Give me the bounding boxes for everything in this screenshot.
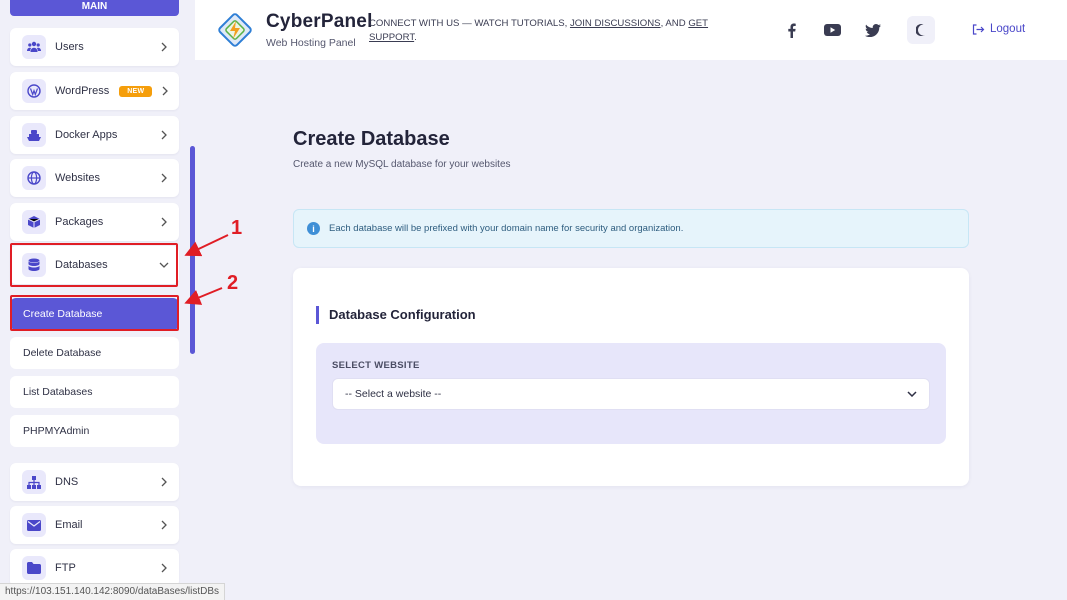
- sidebar-item-label: WordPress: [55, 85, 110, 97]
- sidebar-subitem-phpmyadmin[interactable]: PHPMYAdmin: [10, 415, 179, 447]
- chevron-right-icon: [159, 520, 169, 530]
- status-bar-url: https://103.151.140.142:8090/dataBases/l…: [0, 583, 226, 600]
- logout-button[interactable]: Logout: [972, 23, 1025, 35]
- select-website-label: SELECT WEBSITE: [332, 360, 420, 371]
- theme-toggle-button[interactable]: [907, 16, 935, 44]
- facebook-icon[interactable]: [782, 21, 800, 39]
- sidebar-item-label: Docker Apps: [55, 129, 118, 141]
- select-website-dropdown[interactable]: -- Select a website --: [332, 378, 930, 410]
- sidebar-item-packages[interactable]: Packages: [10, 203, 179, 241]
- logout-icon: [972, 23, 985, 35]
- annotation-box-2: [10, 295, 179, 331]
- tagline-text: .: [414, 32, 417, 43]
- annotation-box-1: [10, 243, 178, 287]
- select-value: -- Select a website --: [345, 388, 442, 400]
- sidebar-item-label: Email: [55, 519, 83, 531]
- subitem-label: List Databases: [23, 386, 93, 398]
- database-configuration-card: Database Configuration SELECT WEBSITE --…: [293, 268, 969, 486]
- users-icon: [22, 35, 46, 59]
- sidebar-item-ftp[interactable]: FTP: [10, 549, 179, 587]
- chevron-right-icon: [159, 217, 169, 227]
- info-alert: i Each database will be prefixed with yo…: [293, 209, 969, 248]
- chevron-right-icon: [159, 563, 169, 573]
- card-title: Database Configuration: [316, 306, 476, 324]
- folder-icon: [22, 556, 46, 580]
- cyberpanel-logo: [217, 12, 253, 48]
- chevron-right-icon: [159, 42, 169, 52]
- sidebar-item-docker-apps[interactable]: Docker Apps: [10, 116, 179, 154]
- sidebar-item-wordpress[interactable]: WordPress NEW: [10, 72, 179, 110]
- header: CyberPanel Web Hosting Panel CONNECT WIT…: [195, 0, 1067, 60]
- sidebar-item-dns[interactable]: DNS: [10, 463, 179, 501]
- sidebar-item-label: Packages: [55, 216, 104, 228]
- page-title: Create Database: [293, 128, 450, 150]
- info-text: Each database will be prefixed with your…: [329, 223, 684, 234]
- globe-icon: [22, 166, 46, 190]
- sidebar-item-label: Users: [55, 41, 84, 53]
- chevron-down-icon: [907, 391, 917, 397]
- header-tagline: CONNECT WITH US — WATCH TUTORIALS, JOIN …: [369, 17, 739, 45]
- annotation-number-1: 1: [231, 217, 243, 239]
- tagline-text: , AND: [660, 18, 689, 29]
- new-badge: NEW: [119, 85, 153, 97]
- sidebar-subitem-delete-database[interactable]: Delete Database: [10, 337, 179, 369]
- logout-label: Logout: [990, 23, 1026, 35]
- brand-subtitle: Web Hosting Panel: [266, 37, 356, 49]
- subitem-label: PHPMYAdmin: [23, 425, 90, 437]
- join-discussions-link[interactable]: JOIN DISCUSSIONS: [570, 18, 661, 29]
- sidebar-subitem-list-databases[interactable]: List Databases: [10, 376, 179, 408]
- brand-title: CyberPanel: [266, 11, 373, 32]
- tagline-text: CONNECT WITH US — WATCH TUTORIALS,: [369, 18, 570, 29]
- chevron-right-icon: [160, 86, 169, 96]
- sidebar-item-websites[interactable]: Websites: [10, 159, 179, 197]
- sidebar-item-email[interactable]: Email: [10, 506, 179, 544]
- info-icon: i: [307, 222, 320, 235]
- wordpress-icon: [22, 79, 46, 103]
- moon-icon: [916, 24, 926, 36]
- chevron-right-icon: [159, 173, 169, 183]
- sitemap-icon: [22, 470, 46, 494]
- sidebar-item-label: DNS: [55, 476, 79, 488]
- sidebar-section-main: MAIN: [10, 0, 179, 16]
- page-subtitle: Create a new MySQL database for your web…: [293, 159, 511, 170]
- twitter-icon[interactable]: [864, 21, 882, 39]
- select-website-panel: SELECT WEBSITE -- Select a website --: [316, 343, 946, 444]
- package-icon: [22, 210, 46, 234]
- subitem-label: Delete Database: [23, 347, 102, 359]
- envelope-icon: [22, 513, 46, 537]
- docker-icon: [22, 123, 46, 147]
- sidebar-item-users[interactable]: Users: [10, 28, 179, 66]
- chevron-right-icon: [159, 477, 169, 487]
- youtube-icon[interactable]: [823, 21, 841, 39]
- annotation-number-2: 2: [227, 272, 239, 294]
- sidebar-item-label: FTP: [55, 562, 76, 574]
- sidebar-item-label: Websites: [55, 172, 101, 184]
- chevron-right-icon: [159, 130, 169, 140]
